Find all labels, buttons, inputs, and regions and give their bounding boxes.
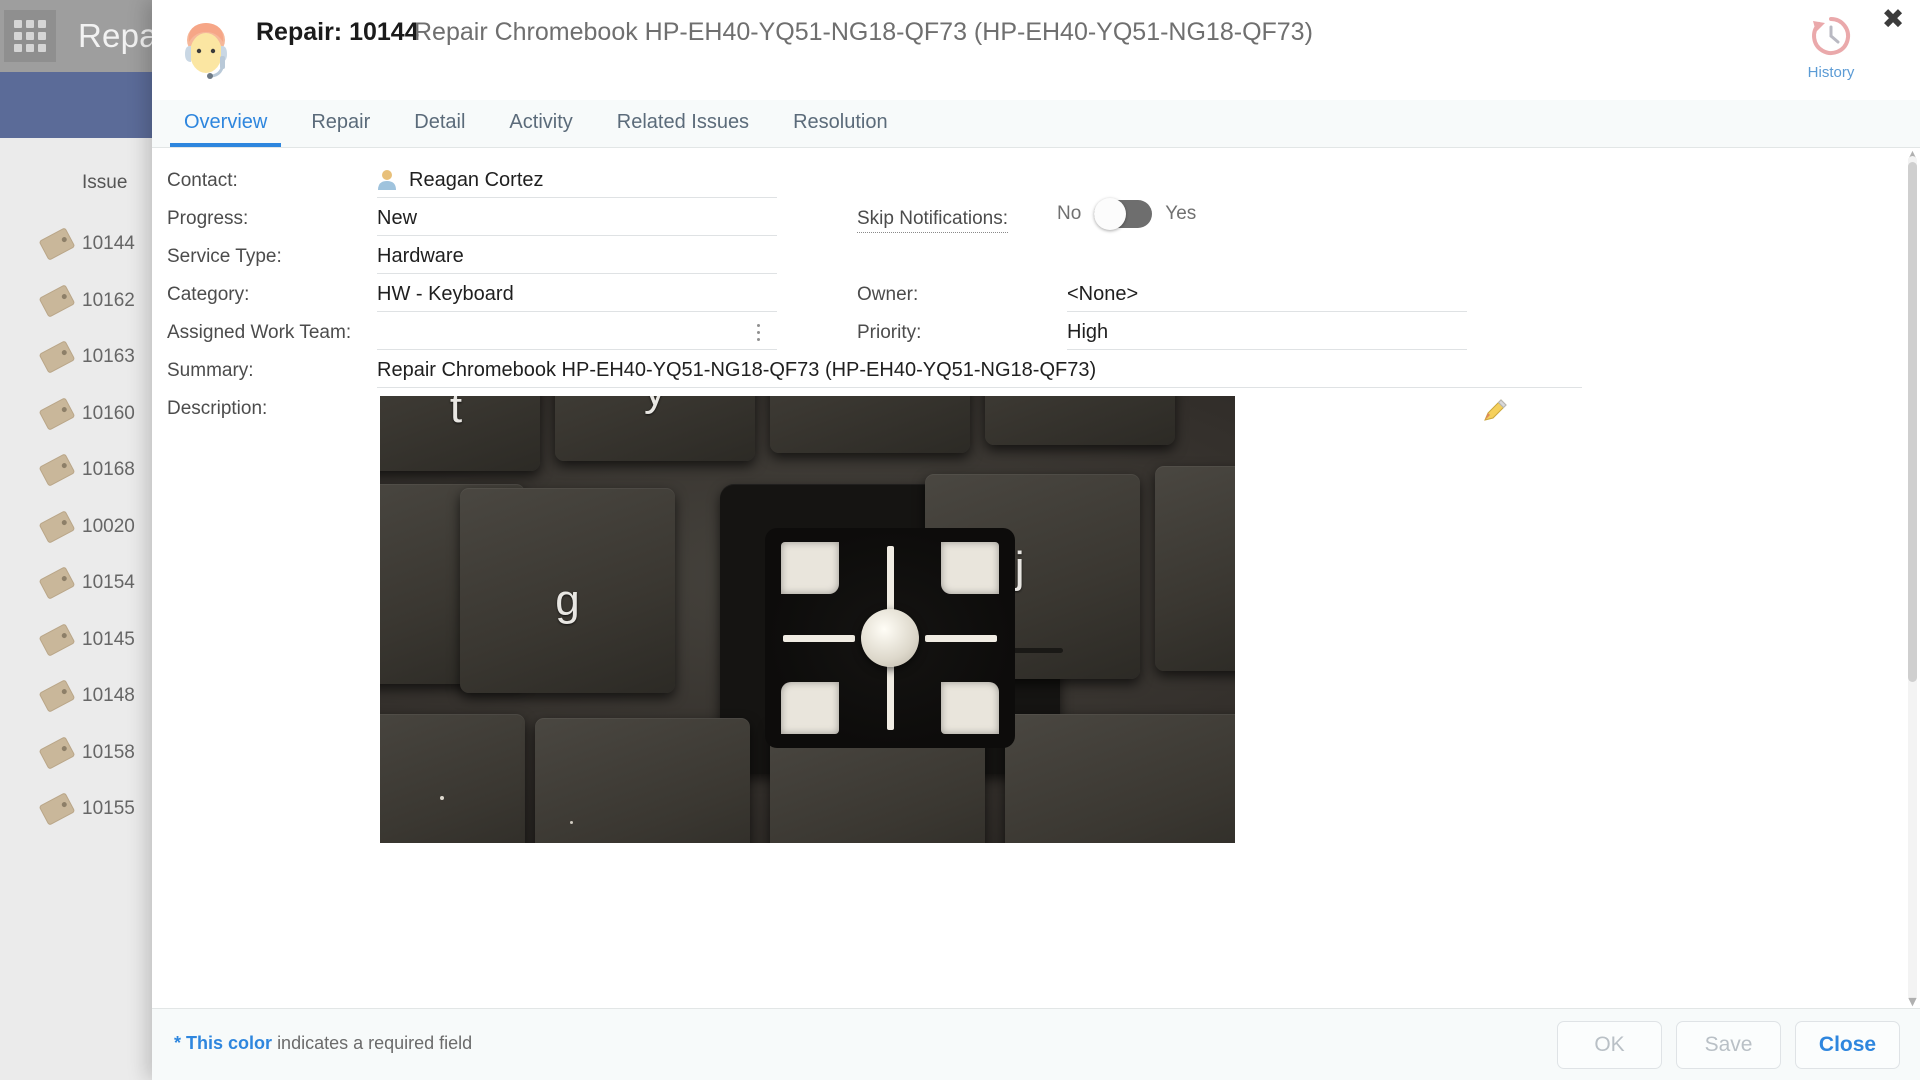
tab-label: Resolution: [793, 111, 888, 133]
summary-input[interactable]: Repair Chromebook HP-EH40-YQ51-NG18-QF73…: [377, 350, 1582, 388]
owner-label: Owner:: [857, 284, 919, 305]
tab-overview[interactable]: Overview: [162, 111, 289, 147]
apps-grid-icon[interactable]: [4, 10, 56, 62]
list-item-id: 10162: [82, 289, 135, 311]
history-clock-icon: [1812, 17, 1851, 55]
key-plunger: [861, 609, 919, 667]
priority-value: High: [1067, 321, 1109, 343]
tag-icon: [38, 227, 76, 261]
column-header-issue: Issue: [82, 172, 128, 193]
tab-label: Repair: [311, 111, 371, 133]
list-item-id: 10158: [82, 741, 135, 763]
vertical-dots-icon[interactable]: [749, 321, 767, 343]
progress-value: New: [377, 207, 418, 229]
toggle-knob: [1094, 198, 1127, 230]
category-input[interactable]: HW - Keyboard: [377, 274, 777, 312]
owner-input[interactable]: <None>: [1067, 274, 1467, 312]
tab-resolution[interactable]: Resolution: [771, 111, 910, 147]
history-label: History: [1807, 64, 1855, 81]
tag-icon: [38, 735, 76, 770]
category-label: Category:: [167, 284, 250, 305]
required-field-note: * This color indicates a required field: [174, 1033, 472, 1054]
tab-repair[interactable]: Repair: [289, 111, 392, 147]
list-item-id: 10020: [82, 515, 135, 537]
contact-input[interactable]: Reagan Cortez: [377, 160, 777, 198]
service-type-input[interactable]: Hardware: [377, 236, 777, 274]
tag-icon: [38, 792, 76, 826]
footer-button-group: OK Save Close: [1557, 1021, 1900, 1069]
key-socket: [765, 528, 1015, 748]
tag-icon: [38, 340, 76, 374]
modal-body: Contact: Reagan Cortez Progress: New Ser…: [152, 148, 1920, 1008]
list-item-id: 10168: [82, 459, 135, 480]
scrollbar-thumb[interactable]: [1908, 162, 1917, 682]
tag-icon: [38, 622, 76, 657]
tab-label: Overview: [184, 111, 268, 133]
summary-label: Summary:: [167, 360, 254, 381]
list-item-id: 10154: [82, 572, 135, 593]
priority-input[interactable]: High: [1067, 312, 1467, 350]
tag-icon: [38, 453, 76, 487]
skip-notifications-toggle-group: No Yes: [1057, 198, 1197, 230]
record-title: Repair Chromebook HP-EH40-YQ51-NG18-QF73…: [414, 18, 1313, 46]
pencil-edit-icon[interactable]: [1482, 398, 1508, 424]
close-button[interactable]: Close: [1795, 1021, 1900, 1069]
skip-notifications-toggle[interactable]: [1094, 198, 1153, 230]
skip-notifications-label: Skip Notifications:: [857, 208, 1009, 233]
modal-footer: * This color indicates a required field …: [152, 1008, 1920, 1080]
history-button[interactable]: History: [1792, 14, 1870, 81]
keyboard-photo: t y u i g j: [380, 396, 1235, 843]
record-id: Repair: 10144: [256, 18, 419, 46]
tab-label: Detail: [414, 111, 466, 133]
button-label: OK: [1594, 1033, 1625, 1056]
service-type-value: Hardware: [377, 245, 464, 267]
save-button: Save: [1676, 1021, 1781, 1069]
required-colorword: This color: [186, 1033, 273, 1053]
description-label: Description:: [167, 398, 268, 419]
person-with-headset-avatar: [177, 20, 235, 82]
tab-label: Activity: [509, 111, 573, 133]
tab-activity[interactable]: Activity: [487, 111, 594, 147]
progress-input[interactable]: New: [377, 198, 777, 236]
required-note-rest: indicates a required field: [277, 1033, 473, 1053]
service-type-label: Service Type:: [167, 246, 282, 267]
repair-detail-modal: Repair: 10144 Repair Chromebook HP-EH40-…: [152, 0, 1920, 1080]
toggle-off-label: No: [1057, 203, 1082, 224]
owner-value: <None>: [1067, 283, 1139, 305]
tab-related-issues[interactable]: Related Issues: [595, 111, 771, 147]
person-bust-icon: [377, 168, 397, 190]
scroll-down-arrow[interactable]: ▼: [1906, 995, 1919, 1008]
list-item-id: 10163: [82, 346, 135, 367]
assigned-work-team-label: Assigned Work Team:: [167, 322, 352, 343]
button-label: Save: [1704, 1033, 1753, 1056]
assigned-work-team-input[interactable]: [377, 312, 777, 350]
description-image[interactable]: t y u i g j: [380, 396, 1235, 843]
list-item-id: 10155: [82, 798, 135, 819]
tag-icon: [38, 566, 76, 600]
overview-form: Contact: Reagan Cortez Progress: New Ser…: [152, 148, 1902, 1008]
list-item-id: 10160: [82, 402, 135, 424]
contact-value: Reagan Cortez: [409, 169, 544, 191]
ok-button: OK: [1557, 1021, 1662, 1069]
category-value: HW - Keyboard: [377, 283, 514, 305]
list-item-id: 10144: [82, 233, 135, 254]
priority-label: Priority:: [857, 322, 922, 343]
tag-icon: [38, 509, 76, 544]
tag-icon: [38, 679, 76, 713]
contact-label: Contact:: [167, 170, 238, 191]
button-label: Close: [1818, 1033, 1877, 1056]
required-star: *: [174, 1033, 182, 1053]
tab-detail[interactable]: Detail: [392, 111, 487, 147]
close-icon[interactable]: ✖: [1878, 5, 1908, 35]
tag-icon: [38, 396, 76, 431]
progress-label: Progress:: [167, 208, 249, 229]
toggle-on-label: Yes: [1165, 203, 1197, 224]
modal-header: Repair: 10144 Repair Chromebook HP-EH40-…: [152, 0, 1920, 100]
tab-label: Related Issues: [616, 111, 750, 133]
list-item-id: 10148: [82, 685, 135, 706]
tab-bar: Overview Repair Detail Activity Related Issu…: [152, 100, 1920, 148]
tag-icon: [38, 283, 76, 318]
summary-value: Repair Chromebook HP-EH40-YQ51-NG18-QF73…: [377, 359, 1097, 381]
list-item-id: 10145: [82, 628, 135, 650]
